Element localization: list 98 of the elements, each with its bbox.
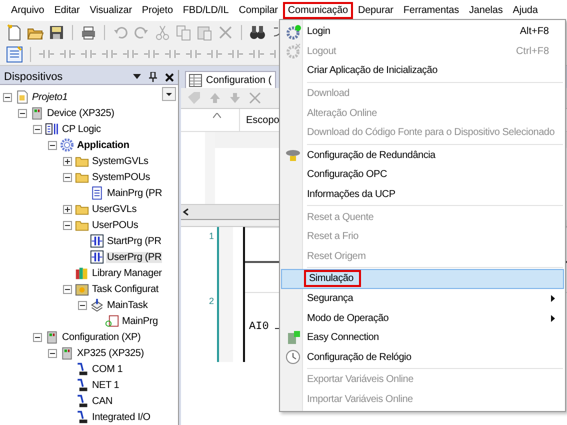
save-icon[interactable] bbox=[48, 24, 65, 40]
expand-icon[interactable] bbox=[63, 204, 72, 214]
collapse-icon[interactable] bbox=[48, 348, 57, 358]
collapse-icon[interactable] bbox=[63, 172, 72, 182]
menu-item[interactable]: Modo de Operação bbox=[281, 308, 564, 328]
ladder-icon bbox=[90, 250, 104, 264]
menu-title[interactable]: Comunicação bbox=[282, 2, 353, 19]
menu-item[interactable]: Informações da UCP bbox=[281, 184, 564, 204]
device-icon bbox=[60, 346, 74, 360]
submenu-arrow-icon bbox=[551, 295, 555, 302]
tree-item[interactable]: SystemGVLs bbox=[91, 156, 150, 166]
menu-title[interactable]: Projeto bbox=[136, 2, 178, 19]
task-icon bbox=[90, 298, 104, 312]
tree-item[interactable]: MainTask bbox=[106, 300, 149, 310]
document-icon bbox=[15, 90, 29, 104]
tree-item[interactable]: NET 1 bbox=[91, 380, 120, 390]
gear-icon bbox=[60, 138, 74, 152]
tree-item[interactable]: Integrated I/O bbox=[91, 412, 152, 422]
menu-title[interactable]: Ferramentas bbox=[398, 2, 464, 19]
collapse-icon[interactable] bbox=[33, 124, 42, 134]
table-icon bbox=[189, 74, 202, 86]
tree-item[interactable]: Task Configurat bbox=[91, 284, 160, 294]
collapse-icon[interactable] bbox=[63, 220, 72, 230]
folder-icon bbox=[75, 202, 89, 216]
pin-icon[interactable] bbox=[149, 72, 157, 82]
menu-title[interactable]: Depurar bbox=[352, 2, 398, 19]
menu-title[interactable]: Janelas bbox=[464, 2, 508, 19]
connector-icon bbox=[75, 394, 89, 408]
menu-item[interactable]: Segurança bbox=[281, 288, 564, 308]
tree-item[interactable]: Library Manager bbox=[91, 268, 163, 278]
rung-gutter bbox=[219, 292, 233, 362]
tree-item[interactable]: CAN bbox=[91, 396, 114, 406]
books-icon bbox=[75, 266, 89, 280]
task-configuration-icon bbox=[75, 282, 89, 296]
folder-icon bbox=[75, 218, 89, 232]
menu-item[interactable]: Criar Aplicação de Inicialização bbox=[281, 61, 564, 81]
tree-item[interactable]: COM 1 bbox=[91, 364, 124, 374]
gear-connect-icon bbox=[285, 24, 301, 40]
menu-title[interactable]: Editar bbox=[49, 2, 85, 19]
binoculars-icon[interactable] bbox=[249, 24, 266, 40]
tree-item[interactable]: CP Logic bbox=[61, 124, 102, 134]
folder-icon bbox=[75, 154, 89, 168]
menu-item[interactable]: Configuração de Redundância bbox=[281, 146, 564, 166]
tree-item[interactable]: StartPrg (PR bbox=[106, 236, 162, 246]
document-icon bbox=[90, 186, 104, 200]
tree-item[interactable]: MainPrg bbox=[121, 316, 159, 326]
plc-logic-icon bbox=[45, 122, 59, 136]
menu-item[interactable]: Simulação bbox=[281, 269, 564, 289]
menu-title[interactable]: Compilar bbox=[234, 2, 283, 19]
tree-item[interactable]: Application bbox=[76, 140, 130, 150]
tree-item[interactable]: UserPrg (PR bbox=[106, 252, 162, 262]
program-call-icon bbox=[105, 314, 119, 328]
menu-title[interactable]: Visualizar bbox=[84, 2, 137, 19]
editor-tab[interactable]: Configuration ( bbox=[185, 71, 276, 88]
shortcut-label: Ctrl+F8 bbox=[516, 46, 550, 57]
menu-title[interactable]: Arquivo bbox=[6, 2, 50, 19]
connector-icon bbox=[75, 362, 89, 376]
folder-icon bbox=[75, 170, 89, 184]
collapse-icon[interactable] bbox=[3, 92, 12, 102]
device-icon bbox=[45, 330, 59, 344]
expand-icon[interactable] bbox=[63, 156, 72, 166]
tree-item[interactable]: Configuration (XP) bbox=[61, 332, 142, 342]
ladder-icon bbox=[90, 234, 104, 248]
panel-title: Dispositivos bbox=[4, 71, 64, 83]
tree-item[interactable]: Projeto1 bbox=[31, 92, 69, 102]
ladder-editor-icon[interactable] bbox=[6, 46, 23, 62]
collapse-icon[interactable] bbox=[18, 108, 27, 118]
dropdown-button-icon[interactable] bbox=[162, 87, 176, 101]
new-file-icon[interactable] bbox=[6, 24, 23, 40]
tree-item[interactable]: MainPrg (PR bbox=[106, 188, 164, 198]
menu-title[interactable]: Ajuda bbox=[508, 2, 543, 19]
submenu-arrow-icon bbox=[551, 314, 555, 322]
print-icon[interactable] bbox=[80, 24, 97, 40]
menu-item[interactable]: Configuração de Relógio bbox=[281, 348, 564, 368]
tree-item[interactable]: UserPOUs bbox=[91, 220, 140, 230]
menu-title[interactable]: FBD/LD/IL bbox=[178, 2, 234, 19]
menu-item[interactable]: Easy Connection bbox=[281, 328, 564, 348]
connector-icon bbox=[75, 378, 89, 392]
close-icon[interactable] bbox=[165, 72, 174, 82]
tree-item[interactable]: Device (XP325) bbox=[46, 108, 116, 118]
tree-item[interactable]: UserGVLs bbox=[91, 204, 138, 214]
shortcut-label: Alt+F8 bbox=[520, 26, 550, 38]
collapse-icon[interactable] bbox=[78, 300, 87, 310]
collapse-icon[interactable] bbox=[63, 284, 72, 294]
connector-icon bbox=[75, 410, 89, 424]
gear-disconnect-icon bbox=[285, 43, 301, 60]
dropdown-arrow-icon[interactable] bbox=[133, 74, 141, 80]
menu-item[interactable]: Configuração OPC bbox=[281, 165, 564, 185]
collapse-icon[interactable] bbox=[48, 140, 57, 150]
tree-item[interactable]: SystemPOUs bbox=[91, 172, 152, 182]
sort-caret-icon[interactable] bbox=[213, 113, 221, 118]
tree-item[interactable]: XP325 (XP325) bbox=[76, 348, 145, 358]
device-icon bbox=[30, 106, 44, 120]
menu-item[interactable]: Login Alt+F8 bbox=[281, 22, 564, 42]
clock-icon bbox=[285, 349, 301, 366]
collapse-icon[interactable] bbox=[33, 332, 42, 342]
horizontal-scrollbar[interactable] bbox=[181, 204, 281, 220]
variable-label: AI0 bbox=[249, 321, 269, 333]
